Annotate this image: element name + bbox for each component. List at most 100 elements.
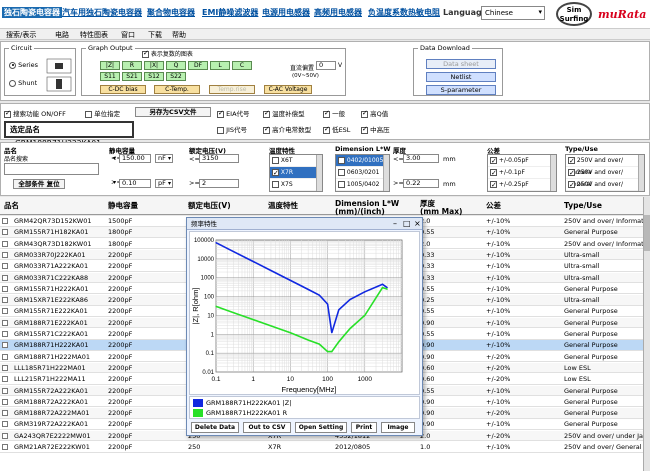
row-checkbox[interactable]: [2, 387, 8, 394]
table-row[interactable]: GRM21AR72E222KW01 2200pF 250 X7R 2012/0805 1.…: [0, 442, 643, 453]
row-checkbox[interactable]: [2, 444, 8, 450]
graph-q-button[interactable]: Q: [166, 61, 186, 70]
col-header-voltage[interactable]: 额定电压(V): [188, 202, 231, 210]
language-select[interactable]: Chinese: [481, 6, 545, 20]
cap-op1[interactable]: <=: [109, 155, 122, 164]
dim-option-0603[interactable]: 0603/0201: [336, 167, 389, 179]
temp-comp-checkbox[interactable]: [263, 109, 270, 118]
close-icon[interactable]: ×: [414, 218, 421, 230]
general-checkbox[interactable]: [323, 109, 330, 118]
cac-voltage-button[interactable]: C-AC Voltage: [264, 85, 312, 94]
jis-checkbox[interactable]: [217, 126, 224, 134]
nav-link-rf-inductor[interactable]: 高频用电感器: [314, 7, 362, 18]
row-checkbox[interactable]: [2, 353, 8, 360]
series-option[interactable]: Series: [9, 61, 38, 69]
col-header-type[interactable]: Type/Use: [564, 202, 602, 210]
nav-link-power-inductor[interactable]: 电源用电感器: [262, 7, 310, 18]
shunt-option[interactable]: Shunt: [9, 79, 37, 87]
menu-window[interactable]: 窗口: [121, 30, 135, 40]
row-checkbox[interactable]: [2, 410, 8, 417]
row-checkbox[interactable]: [2, 251, 8, 258]
tol-option-025pf[interactable]: +/-0.25pF: [488, 179, 556, 191]
row-checkbox[interactable]: [2, 240, 8, 247]
row-checkbox[interactable]: [2, 218, 8, 224]
row-checkbox[interactable]: [2, 319, 8, 326]
general-option[interactable]: 一般: [323, 108, 345, 118]
thick-min-input[interactable]: 0.22: [403, 179, 439, 188]
show-complex-option[interactable]: 表示复数的图表: [142, 49, 193, 58]
cap-min-input[interactable]: 0.10: [119, 179, 151, 188]
high-q-option[interactable]: 高Q值: [361, 108, 388, 118]
graph-r-button[interactable]: R: [122, 61, 142, 70]
delete-data-button[interactable]: Delete Data: [191, 422, 239, 433]
cap-unit2-select[interactable]: pF: [155, 179, 173, 188]
out-to-csv-button[interactable]: Out to CSV: [243, 422, 291, 433]
nav-link-monolithic-ceramic[interactable]: 独石陶瓷电容器: [2, 7, 62, 18]
dim-option-0402[interactable]: 0402/01005: [336, 155, 389, 167]
mid-high-voltage-option[interactable]: 中高压: [361, 124, 390, 134]
ctemp-button[interactable]: C-Temp.: [154, 85, 200, 94]
cap-max-input[interactable]: 150.00: [119, 154, 151, 163]
cdc-bias-button[interactable]: C-DC bias: [100, 85, 146, 94]
thick-max-input[interactable]: 3.00: [403, 154, 439, 163]
type-option-general[interactable]: 250V and over/ General: [566, 167, 644, 188]
series-radio[interactable]: [9, 61, 16, 69]
temp-option-x7r[interactable]: X7R: [270, 167, 322, 179]
menu-search-display[interactable]: 搜索/表示: [6, 30, 36, 40]
eia-option[interactable]: EIA代号: [217, 108, 250, 118]
row-checkbox[interactable]: [2, 421, 8, 428]
results-scroll-thumb[interactable]: [644, 215, 650, 251]
row-checkbox[interactable]: [2, 364, 8, 371]
col-header-capacitance[interactable]: 静电容量: [108, 202, 138, 210]
row-checkbox[interactable]: [2, 376, 8, 383]
high-q-checkbox[interactable]: [361, 109, 368, 118]
graph-s11-button[interactable]: S11: [100, 72, 120, 81]
tol-option-005pf[interactable]: +/-0.05pF: [488, 155, 556, 167]
volt-min-input[interactable]: 2: [199, 179, 239, 188]
temp-listbox-scrollbar[interactable]: [316, 155, 322, 191]
low-esl-checkbox[interactable]: [323, 125, 330, 134]
cap-unit1-select[interactable]: nF: [155, 154, 173, 163]
row-checkbox[interactable]: [2, 398, 8, 405]
row-checkbox[interactable]: [2, 342, 8, 349]
s-parameter-button[interactable]: S-parameter: [426, 85, 496, 95]
graph-s12-button[interactable]: S12: [144, 72, 164, 81]
row-checkbox[interactable]: [2, 308, 8, 315]
temp-listbox[interactable]: X6T X7R X7S: [269, 154, 323, 192]
jis-option[interactable]: JIS代号: [217, 124, 247, 134]
nav-link-automotive-ceramic[interactable]: 汽车用独石陶瓷电容器: [62, 7, 142, 18]
dim-option-1005[interactable]: 1005/0402: [336, 179, 389, 191]
graph-l-button[interactable]: L: [210, 61, 230, 70]
tolerance-listbox[interactable]: +/-0.05pF +/-0.1pF +/-0.25pF: [487, 154, 557, 192]
minimize-icon[interactable]: –: [393, 218, 397, 230]
col-header-thickness[interactable]: 厚度 (mm Max): [420, 200, 462, 216]
type-listbox[interactable]: 250V and over/ Camera 250V and over/ Gen…: [565, 154, 645, 192]
low-esl-option[interactable]: 低ESL: [323, 124, 350, 134]
nav-link-emi-filter[interactable]: EMI静噪滤波器: [202, 7, 258, 18]
graph-s22-button[interactable]: S22: [166, 72, 186, 81]
unit-spec-option[interactable]: 单位指定: [85, 108, 120, 118]
tolerance-listbox-scrollbar[interactable]: [550, 155, 556, 191]
menu-chart[interactable]: 特性图表: [80, 30, 108, 40]
high-dielectric-option[interactable]: 高介电常数型: [263, 124, 311, 134]
graph-c-button[interactable]: C: [232, 61, 252, 70]
cap-op2[interactable]: >=: [109, 179, 122, 188]
col-header-tolerance[interactable]: 公差: [486, 202, 501, 210]
graph-x-button[interactable]: |X|: [144, 61, 164, 70]
volt-max-input[interactable]: 3150: [199, 154, 239, 163]
dimension-listbox[interactable]: 0402/01005 0603/0201 1005/0402: [335, 154, 390, 192]
row-checkbox[interactable]: [2, 229, 8, 236]
dc-bias-input[interactable]: 0: [316, 61, 336, 70]
tol-option-01pf[interactable]: +/-0.1pF: [488, 167, 556, 179]
type-listbox-scrollbar[interactable]: [638, 155, 644, 191]
nav-link-ntc-thermistor[interactable]: 负温度系数热敏电阻: [368, 7, 440, 18]
type-option-camera[interactable]: 250V and over/ Camera: [566, 155, 644, 176]
graph-s21-button[interactable]: S21: [122, 72, 142, 81]
nav-link-polymer-capacitor[interactable]: 聚合物电容器: [147, 7, 195, 18]
col-header-dimension[interactable]: Dimension L*W (mm)/(inch): [335, 200, 399, 216]
graph-df-button[interactable]: DF: [188, 61, 208, 70]
show-complex-checkbox[interactable]: [142, 49, 149, 58]
row-checkbox[interactable]: [2, 285, 8, 292]
mid-high-voltage-checkbox[interactable]: [361, 125, 368, 134]
menu-circuit[interactable]: 电路: [55, 30, 69, 40]
